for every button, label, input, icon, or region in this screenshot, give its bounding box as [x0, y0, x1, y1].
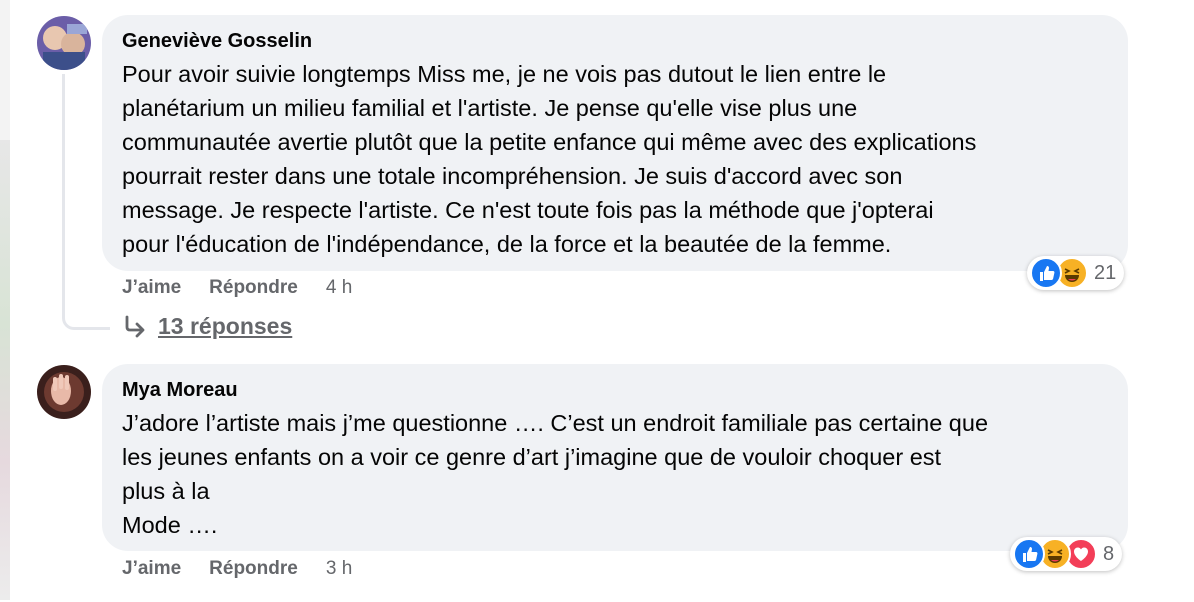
avatar[interactable]	[37, 16, 91, 70]
comment-text: Pour avoir suivie longtemps Miss me, je …	[122, 61, 977, 257]
timestamp[interactable]: 4 h	[326, 277, 352, 299]
comment-bubble: Geneviève Gosselin Pour avoir suivie lon…	[102, 15, 1128, 271]
like-icon	[1013, 538, 1045, 570]
like-icon	[1030, 257, 1062, 289]
reactions-summary[interactable]: 21	[1027, 256, 1125, 290]
reaction-count: 8	[1103, 542, 1115, 565]
reply-button[interactable]: Répondre	[209, 277, 298, 299]
view-replies-link[interactable]: 13 réponses	[122, 313, 292, 340]
replies-count[interactable]: 13 réponses	[158, 313, 292, 340]
reply-arrow-icon	[125, 315, 145, 337]
page-edge-image	[0, 140, 10, 600]
page-edge	[0, 0, 10, 140]
comments-section: Geneviève Gosselin Pour avoir suivie lon…	[0, 0, 1194, 602]
timestamp[interactable]: 3 h	[326, 558, 352, 580]
like-button[interactable]: J’aime	[122, 558, 181, 580]
comment-author[interactable]: Geneviève Gosselin	[122, 29, 1108, 53]
comment-actions: J’aime Répondre 4 h	[122, 277, 352, 299]
comment-text: J’adore l’artiste mais j’me questionne ……	[122, 410, 989, 538]
comment-actions: J’aime Répondre 3 h	[122, 558, 352, 580]
reaction-count: 21	[1094, 261, 1117, 284]
reactions-summary[interactable]: 8	[1010, 537, 1123, 571]
avatar[interactable]	[37, 365, 91, 419]
comment-bubble: Mya Moreau J’adore l’artiste mais j’me q…	[102, 364, 1128, 551]
reply-button[interactable]: Répondre	[209, 558, 298, 580]
like-button[interactable]: J’aime	[122, 277, 181, 299]
comment-author[interactable]: Mya Moreau	[122, 378, 1108, 402]
